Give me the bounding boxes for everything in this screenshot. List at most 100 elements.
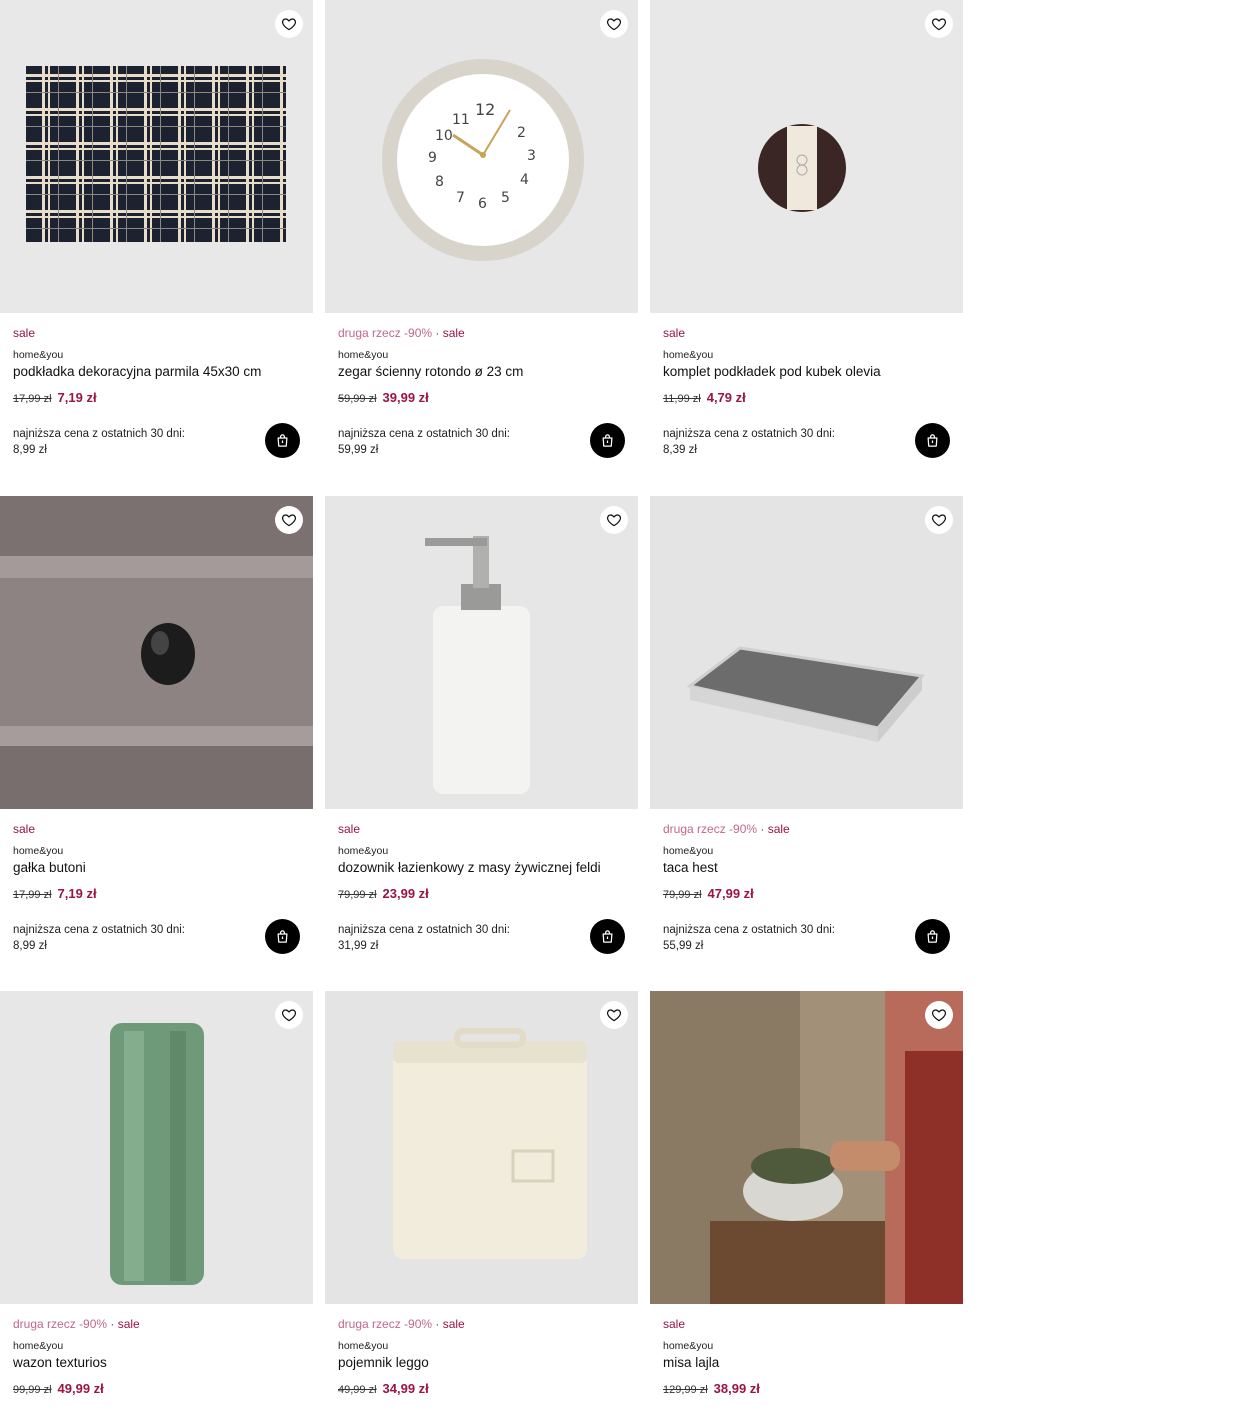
product-image[interactable]: 12 2 3 4 5 6 7 8 9 10 11 xyxy=(325,0,638,313)
product-brand: home&you xyxy=(663,845,714,857)
product-image[interactable] xyxy=(0,0,313,313)
tray-image xyxy=(686,646,925,742)
sale-label: sale xyxy=(442,1317,465,1331)
product-prices: 129,99 zł 38,99 zł xyxy=(663,1381,760,1396)
favorite-heart-icon[interactable] xyxy=(925,506,953,534)
lowest-price-info: najniższa cena z ostatnich 30 dni: 55,99 … xyxy=(663,922,835,954)
sale-price: 4,79 zł xyxy=(706,390,746,405)
product-image[interactable] xyxy=(650,496,963,809)
product-card[interactable]: druga rzecz -90% · sale home&you taca he… xyxy=(650,496,963,992)
lowest-price-info: najniższa cena z ostatnich 30 dni: 31,99 … xyxy=(338,922,510,954)
bowl-lifestyle-image xyxy=(650,991,963,1304)
product-card[interactable]: 12 2 3 4 5 6 7 8 9 10 11 druga rzecz -90% · sale h… xyxy=(325,0,638,496)
promo-label: druga rzecz -90% xyxy=(13,1317,108,1331)
product-prices: 17,99 zł 7,19 zł xyxy=(13,886,97,901)
svg-text:3: 3 xyxy=(527,148,536,164)
favorite-heart-icon[interactable] xyxy=(600,506,628,534)
svg-text:4: 4 xyxy=(520,172,529,188)
product-name[interactable]: taca hest xyxy=(663,860,718,875)
svg-text:12: 12 xyxy=(475,100,495,119)
sale-label: sale xyxy=(442,326,465,340)
coaster-set-image xyxy=(758,124,846,212)
product-card[interactable]: sale home&you podkładka dekoracyjna parm… xyxy=(0,0,313,496)
old-price: 79,99 zł xyxy=(663,889,702,901)
favorite-heart-icon[interactable] xyxy=(600,10,628,38)
old-price: 17,99 zł xyxy=(13,889,52,901)
sale-label: sale xyxy=(663,326,686,340)
sale-price: 38,99 zł xyxy=(713,1381,760,1396)
old-price: 11,99 zł xyxy=(663,393,701,405)
product-tags: druga rzecz -90% · sale xyxy=(338,326,465,340)
old-price: 129,99 zł xyxy=(663,1384,708,1396)
product-tags: druga rzecz -90% · sale xyxy=(13,1317,140,1331)
product-brand: home&you xyxy=(663,1340,714,1352)
product-prices: 79,99 zł 23,99 zł xyxy=(338,886,429,901)
product-tags: sale xyxy=(13,326,35,340)
favorite-heart-icon[interactable] xyxy=(275,10,303,38)
old-price: 59,99 zł xyxy=(338,393,377,405)
favorite-heart-icon[interactable] xyxy=(600,1001,628,1029)
add-to-cart-bag-icon[interactable] xyxy=(915,423,950,458)
lowest-price-info: najniższa cena z ostatnich 30 dni: 8,39 z… xyxy=(663,426,835,458)
svg-text:11: 11 xyxy=(452,112,470,128)
promo-label: druga rzecz -90% xyxy=(663,822,758,836)
lowest-price-value: 31,99 zł xyxy=(338,940,379,952)
add-to-cart-bag-icon[interactable] xyxy=(915,919,950,954)
product-name[interactable]: komplet podkładek pod kubek olevia xyxy=(663,364,881,379)
lowest-price-label: najniższa cena z ostatnich 30 dni: xyxy=(13,924,185,936)
product-name[interactable]: wazon texturios xyxy=(13,1355,107,1370)
product-card[interactable]: sale home&you komplet podkładek pod kube… xyxy=(650,0,963,496)
favorite-heart-icon[interactable] xyxy=(925,10,953,38)
svg-text:9: 9 xyxy=(428,150,437,166)
product-image[interactable] xyxy=(650,0,963,313)
product-name[interactable]: dozownik łazienkowy z masy żywicznej fel… xyxy=(338,860,601,875)
svg-text:5: 5 xyxy=(501,190,510,206)
product-image[interactable] xyxy=(325,991,638,1304)
lowest-price-label: najniższa cena z ostatnich 30 dni: xyxy=(338,924,510,936)
product-image[interactable] xyxy=(325,496,638,809)
add-to-cart-bag-icon[interactable] xyxy=(590,919,625,954)
sale-price: 7,19 zł xyxy=(57,390,97,405)
product-name[interactable]: gałka butoni xyxy=(13,860,86,875)
product-name[interactable]: pojemnik leggo xyxy=(338,1355,429,1370)
product-name[interactable]: zegar ścienny rotondo ø 23 cm xyxy=(338,364,523,379)
product-image[interactable] xyxy=(0,991,313,1304)
product-name[interactable]: podkładka dekoracyjna parmila 45x30 cm xyxy=(13,364,261,379)
product-brand: home&you xyxy=(13,845,64,857)
favorite-heart-icon[interactable] xyxy=(275,1001,303,1029)
tag-separator: · xyxy=(432,1317,443,1331)
sale-label: sale xyxy=(663,1317,686,1331)
lowest-price-value: 8,39 zł xyxy=(663,444,697,456)
svg-text:10: 10 xyxy=(435,128,453,144)
product-tags: sale xyxy=(338,822,360,836)
product-prices: 17,99 zł 7,19 zł xyxy=(13,390,97,405)
add-to-cart-bag-icon[interactable] xyxy=(590,423,625,458)
product-card[interactable]: sale home&you misa lajla 129,99 zł 38,99 … xyxy=(650,991,963,1403)
product-image[interactable] xyxy=(0,496,313,809)
favorite-heart-icon[interactable] xyxy=(275,506,303,534)
old-price: 99,99 zł xyxy=(13,1384,52,1396)
product-card[interactable]: druga rzecz -90% · sale home&you wazon t… xyxy=(0,991,313,1403)
lowest-price-value: 8,99 zł xyxy=(13,940,47,952)
sale-label: sale xyxy=(767,822,790,836)
product-prices: 59,99 zł 39,99 zł xyxy=(338,390,429,405)
product-prices: 11,99 zł 4,79 zł xyxy=(663,390,746,405)
soap-dispenser-image xyxy=(425,536,530,794)
sale-price: 23,99 zł xyxy=(382,886,429,901)
product-brand: home&you xyxy=(338,1340,389,1352)
sale-label: sale xyxy=(338,822,361,836)
product-brand: home&you xyxy=(663,349,714,361)
product-card[interactable]: sale home&you gałka butoni 17,99 zł 7,19 … xyxy=(0,496,313,992)
old-price: 49,99 zł xyxy=(338,1384,377,1396)
add-to-cart-bag-icon[interactable] xyxy=(265,919,300,954)
favorite-heart-icon[interactable] xyxy=(925,1001,953,1029)
product-card[interactable]: druga rzecz -90% · sale home&you pojemni… xyxy=(325,991,638,1403)
product-name[interactable]: misa lajla xyxy=(663,1355,719,1370)
product-brand: home&you xyxy=(13,349,64,361)
lowest-price-value: 8,99 zł xyxy=(13,444,47,456)
sale-price: 34,99 zł xyxy=(382,1381,429,1396)
add-to-cart-bag-icon[interactable] xyxy=(265,423,300,458)
product-card[interactable]: sale home&you dozownik łazienkowy z masy… xyxy=(325,496,638,992)
product-tags: druga rzecz -90% · sale xyxy=(663,822,790,836)
product-image[interactable] xyxy=(650,991,963,1304)
